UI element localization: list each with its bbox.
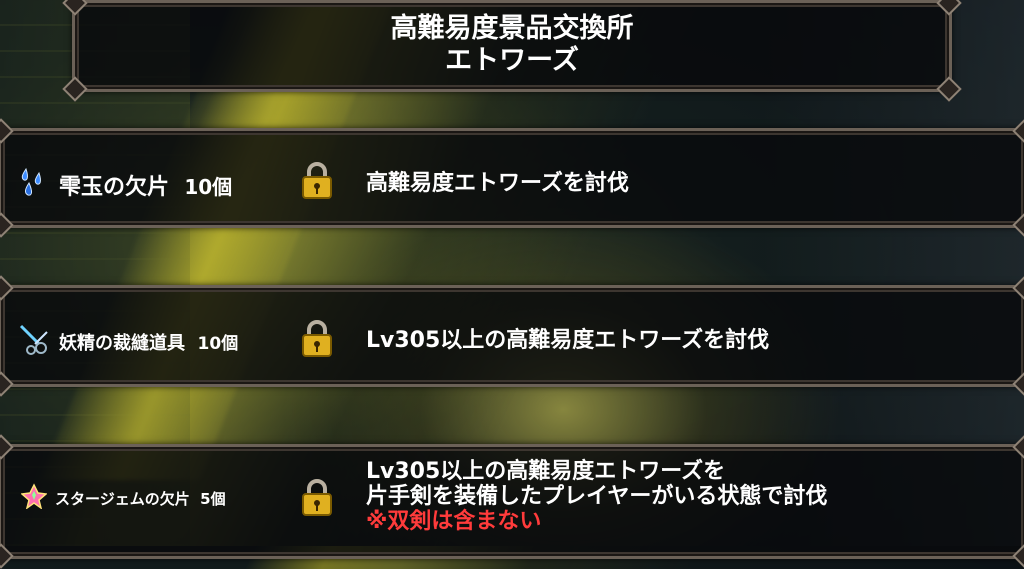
reward-item-name: 妖精の裁縫道具 10個 xyxy=(59,333,239,354)
frame-corner-ornament xyxy=(1012,543,1024,569)
page-subtitle: エトワーズ xyxy=(445,45,579,76)
star-gem-icon xyxy=(21,483,47,509)
lock-icon xyxy=(302,479,332,516)
reward-row[interactable]: 妖精の裁縫道具 10個 Lv305以上の高難易度エトワーズを討伐 xyxy=(0,275,1024,397)
lock-icon xyxy=(302,162,332,199)
lock-icon xyxy=(302,320,332,357)
reward-row[interactable]: 雫玉の欠片 10個 高難易度エトワーズを討伐 xyxy=(0,118,1024,238)
page-title: 高難易度景品交換所 xyxy=(390,13,634,44)
frame-corner-ornament xyxy=(0,543,14,569)
unlock-condition: 高難易度エトワーズを討伐 xyxy=(366,171,629,196)
unlock-condition: Lv305以上の高難易度エトワーズを 片手剣を装備したプレイヤーがいる状態で討伐… xyxy=(366,459,828,534)
reward-row[interactable]: スタージェムの欠片 5個 Lv305以上の高難易度エトワーズを 片手剣を装備した… xyxy=(0,434,1024,569)
droplet-shards-icon xyxy=(21,167,41,196)
sewing-tools-icon xyxy=(19,324,48,355)
title-panel: 高難易度景品交換所 エトワーズ xyxy=(62,0,962,102)
unlock-condition: Lv305以上の高難易度エトワーズを討伐 xyxy=(366,328,770,353)
reward-item-name: スタージェムの欠片 5個 xyxy=(55,490,226,508)
reward-item-name: 雫玉の欠片 10個 xyxy=(59,175,233,200)
exclusion-note: ※双剣は含まない xyxy=(366,509,542,534)
